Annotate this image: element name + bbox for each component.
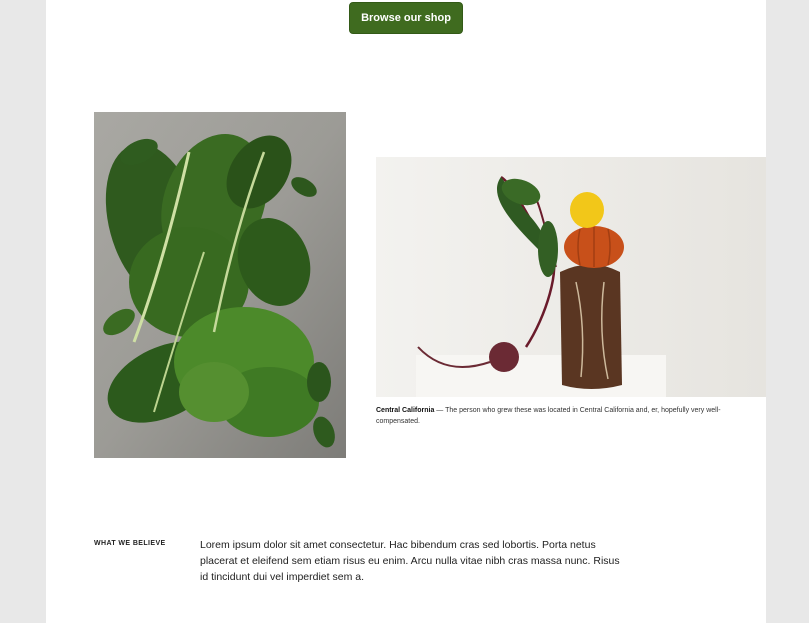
vegetable-still-life-photo <box>376 157 766 397</box>
leafy-greens-photo <box>94 112 346 458</box>
browse-shop-button[interactable]: Browse our shop <box>349 2 463 34</box>
section-body-text: Lorem ipsum dolor sit amet consectetur. … <box>200 539 620 583</box>
photo-caption: Central California — The person who grew… <box>376 405 746 427</box>
caption-title: Central California <box>376 407 435 414</box>
page-content: Browse our shop Central California — The… <box>46 0 766 623</box>
section-label: WHAT WE BELIEVE <box>94 540 166 547</box>
